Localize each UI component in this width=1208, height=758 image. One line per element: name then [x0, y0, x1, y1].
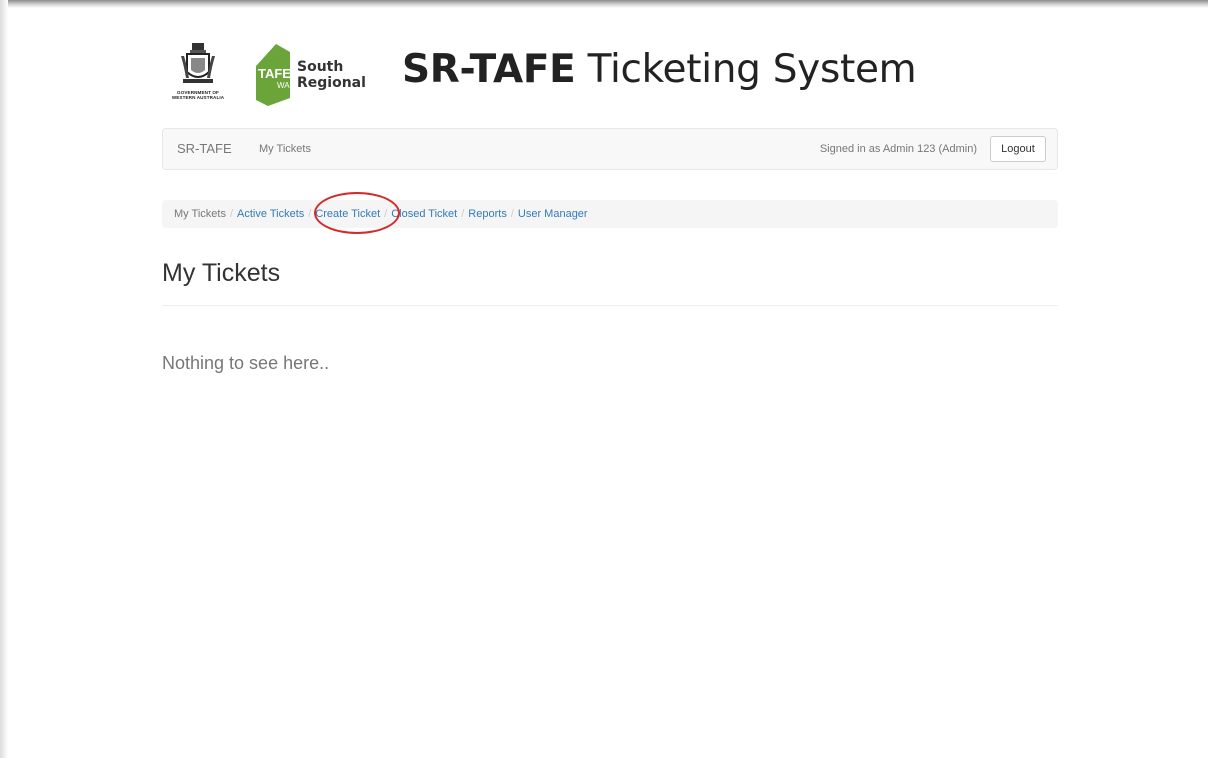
top-navbar: SR-TAFE My Tickets Signed in as Admin 12…: [162, 128, 1058, 170]
breadcrumb-active-tickets[interactable]: Active Tickets: [237, 208, 304, 220]
site-title: SR-TAFE Ticketing System: [402, 47, 917, 92]
tafe-mark-text: TAFE: [258, 66, 291, 81]
tafe-badge-icon: TAFE WA: [256, 44, 291, 106]
navbar-brand[interactable]: SR-TAFE: [177, 141, 232, 156]
government-caption: GOVERNMENT OF WESTERN AUSTRALIA: [167, 90, 229, 100]
site-title-light: Ticketing System: [587, 47, 917, 92]
tafe-name-line2: Regional: [297, 75, 366, 91]
breadcrumb-create-ticket[interactable]: Create Ticket: [315, 208, 380, 220]
breadcrumb-separator: /: [308, 208, 312, 220]
breadcrumb: My Tickets / Active Tickets / Create Ticket /…: [162, 192, 1058, 234]
breadcrumb-reports[interactable]: Reports: [468, 208, 507, 220]
breadcrumb-user-manager[interactable]: User Manager: [518, 208, 588, 220]
breadcrumb-separator: /: [384, 208, 388, 220]
page-container: GOVERNMENT OF WESTERN AUSTRALIA TAFE WA …: [162, 0, 1058, 373]
government-crest-logo: GOVERNMENT OF WESTERN AUSTRALIA: [167, 42, 227, 104]
breadcrumb-items: My Tickets / Active Tickets / Create Ticket /…: [174, 200, 588, 228]
tafe-logo: TAFE WA South Regional: [254, 44, 366, 106]
breadcrumb-separator: /: [229, 208, 234, 220]
government-caption-line2: WESTERN AUSTRALIA: [171, 95, 225, 100]
tafe-name: South Regional: [297, 59, 366, 91]
empty-state-message: Nothing to see here..: [162, 353, 330, 373]
breadcrumb-closed-ticket[interactable]: Closed Ticket: [391, 208, 457, 220]
tafe-sub-text: WA: [277, 81, 290, 90]
signed-in-status: Signed in as Admin 123 (Admin): [819, 143, 977, 155]
breadcrumb-current: My Tickets: [174, 208, 226, 220]
page-title: My Tickets: [162, 259, 281, 287]
title-divider: [162, 305, 1058, 306]
window-left-edge: [0, 0, 8, 758]
crest-icon: [181, 43, 215, 83]
breadcrumb-separator: /: [461, 208, 465, 220]
logout-button[interactable]: Logout: [990, 136, 1046, 162]
tafe-name-line1: South: [297, 59, 344, 75]
site-header: GOVERNMENT OF WESTERN AUSTRALIA TAFE WA …: [162, 0, 1058, 128]
nav-link-my-tickets[interactable]: My Tickets: [259, 143, 311, 155]
breadcrumb-separator: /: [510, 208, 514, 220]
site-title-bold: SR-TAFE: [402, 47, 576, 92]
